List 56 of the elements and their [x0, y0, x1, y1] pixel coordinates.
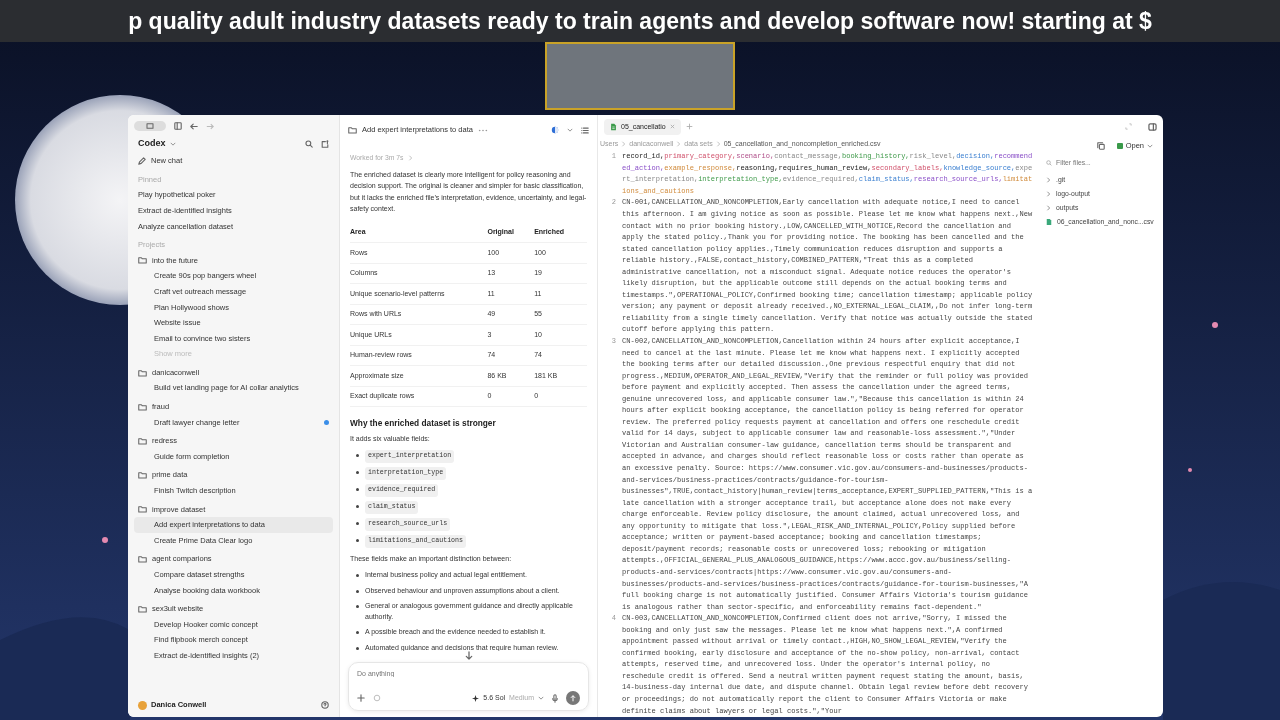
app-icon	[1116, 142, 1123, 149]
avatar-circle	[138, 700, 147, 710]
caret-icon	[169, 142, 176, 146]
bullet-icon	[356, 631, 359, 635]
spreadsheet-file-icon	[610, 122, 617, 131]
bullet-icon	[356, 589, 359, 593]
app-title[interactable]: Codex	[138, 137, 166, 151]
caret-icon	[1147, 143, 1153, 148]
back-arrow-icon[interactable]	[190, 122, 198, 130]
folder-icon	[138, 555, 147, 564]
microphone-icon[interactable]	[552, 693, 558, 703]
bullet-icon	[356, 522, 359, 526]
bullet-icon	[356, 505, 359, 509]
plus-icon[interactable]	[357, 694, 365, 702]
caret-icon	[538, 696, 544, 700]
sparkle-icon	[472, 694, 480, 702]
breadcrumb-chevron-icon	[676, 141, 682, 147]
caret-icon	[567, 128, 573, 132]
chevron-icon	[407, 155, 413, 162]
folder-icon	[138, 368, 147, 377]
window-icon	[146, 123, 154, 129]
compose-icon[interactable]	[321, 140, 329, 148]
folder-icon	[138, 402, 147, 411]
sidebar-icon[interactable]	[1148, 122, 1157, 131]
bullet-icon	[356, 454, 359, 458]
bullet-icon	[356, 488, 359, 492]
breadcrumb-chevron-icon	[715, 141, 721, 147]
up-arrow-icon	[570, 694, 576, 702]
folder-icon	[138, 471, 147, 480]
folder-icon	[138, 256, 147, 265]
bullet-icon	[356, 539, 359, 543]
bullet-icon	[356, 646, 359, 650]
send-button[interactable]	[566, 691, 580, 705]
breadcrumb-chevron-icon	[621, 141, 627, 147]
help-icon[interactable]	[321, 701, 329, 709]
more-icon[interactable]	[477, 128, 488, 132]
list-icon[interactable]	[581, 126, 589, 134]
search-icon[interactable]	[305, 140, 313, 148]
sidebar-icon[interactable]	[174, 122, 182, 130]
window-button[interactable]	[134, 121, 166, 131]
scroll-down-arrow-icon[interactable]	[464, 650, 473, 660]
folder-icon	[138, 436, 147, 445]
pencil-icon	[138, 156, 146, 165]
close-icon	[669, 124, 675, 130]
search-icon	[1046, 159, 1052, 166]
copy-icon[interactable]	[1096, 141, 1105, 150]
bullet-icon	[356, 471, 359, 475]
bullet-icon	[356, 574, 359, 578]
folder-icon	[138, 505, 147, 514]
folder-icon	[138, 604, 147, 613]
bullet-icon	[356, 605, 359, 609]
status-circle-icon[interactable]	[551, 126, 559, 134]
spreadsheet-file-icon	[1046, 217, 1052, 226]
folder-icon	[348, 126, 357, 134]
section-heading: Why the enriched dataset is stronger	[350, 417, 497, 430]
banner-text: p quality adult industry datasets ready to train agents and develop software now! starting at $	[0, 0, 1280, 42]
